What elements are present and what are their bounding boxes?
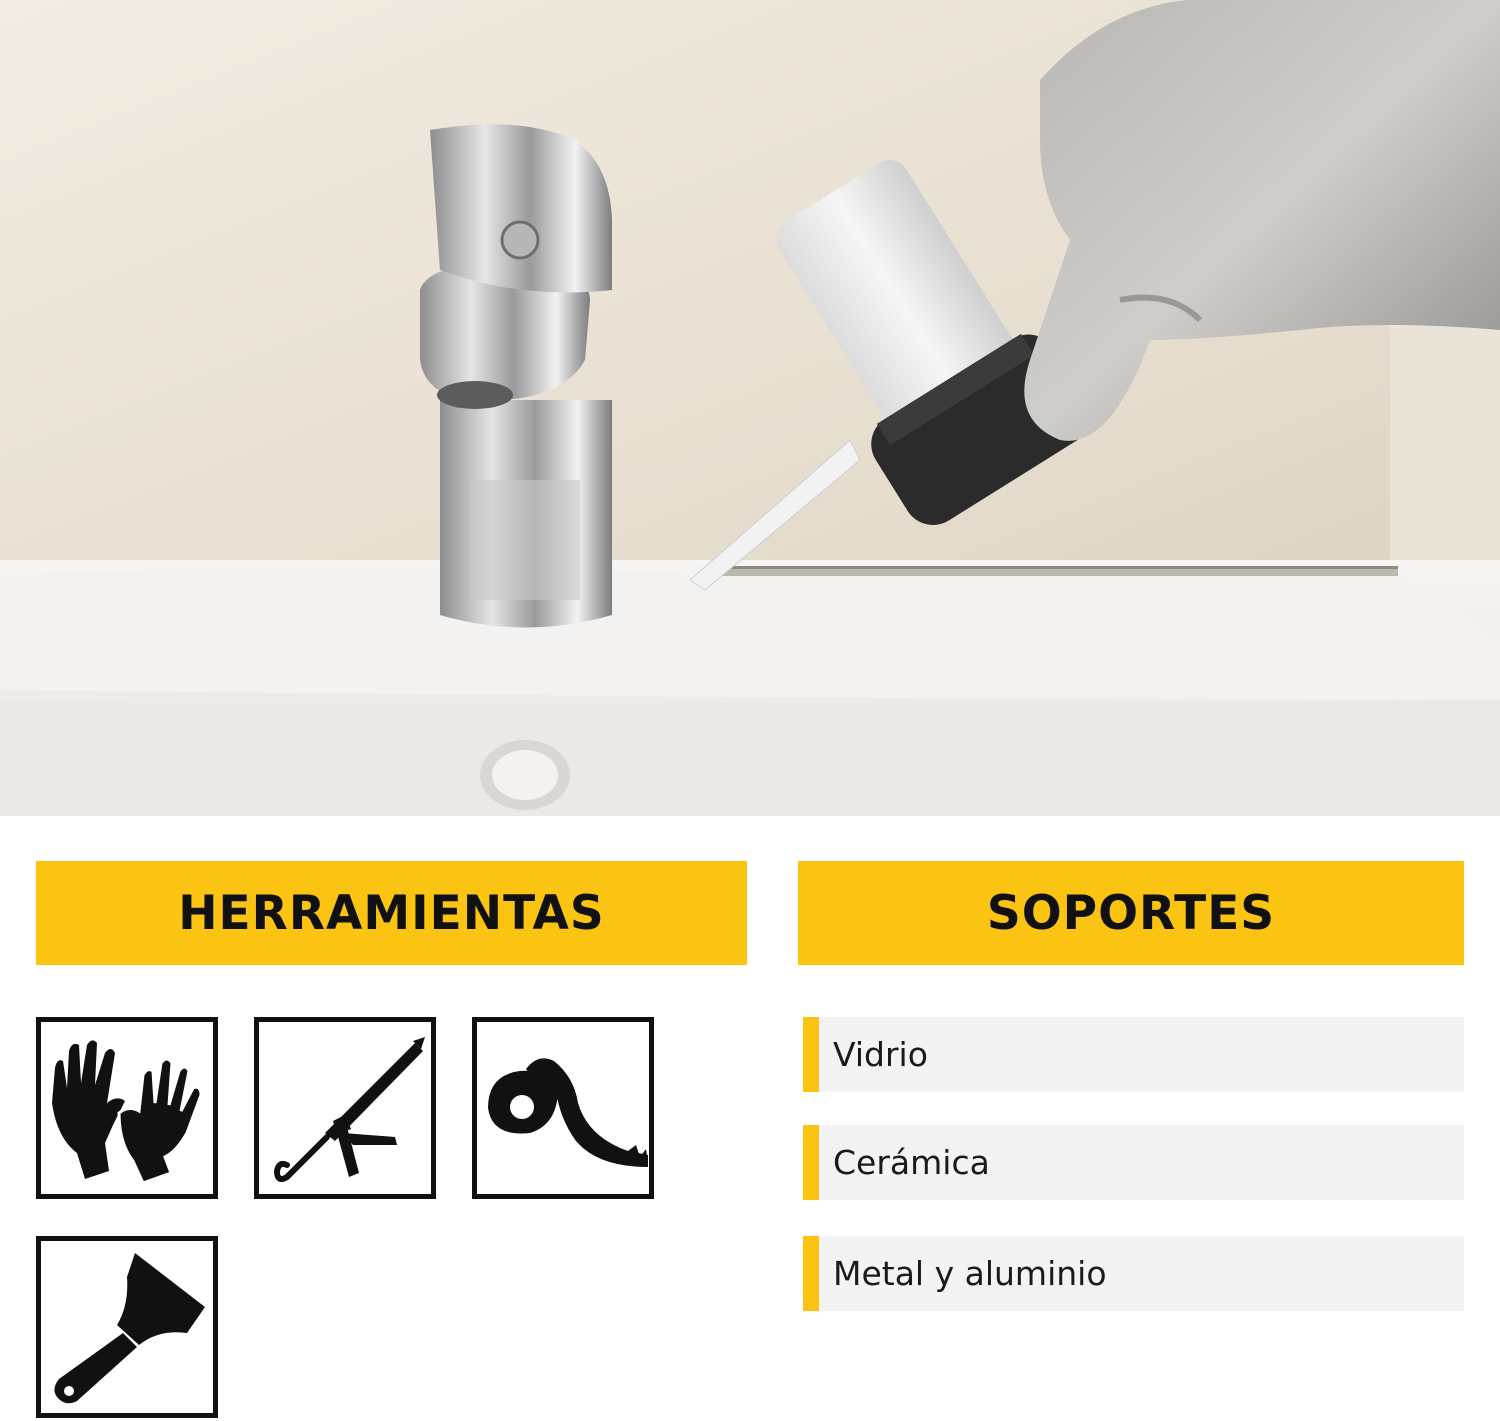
tools-header: HERRAMIENTAS xyxy=(36,861,747,965)
supports-header-title: SOPORTES xyxy=(986,885,1276,941)
gloves-icon xyxy=(52,1040,203,1183)
tools-header-title: HERRAMIENTAS xyxy=(178,885,605,941)
tool-tile-caulking-gun xyxy=(254,1017,436,1199)
support-item-ceramic: Cerámica xyxy=(803,1125,1464,1200)
tool-tile-putty-knife xyxy=(36,1236,218,1418)
support-item-label: Metal y aluminio xyxy=(833,1254,1107,1293)
putty-knife-icon xyxy=(54,1253,205,1404)
supports-header: SOPORTES xyxy=(798,861,1464,965)
masking-tape-icon xyxy=(488,1058,648,1167)
support-item-metal: Metal y aluminio xyxy=(803,1236,1464,1311)
tool-tile-masking-tape xyxy=(472,1017,654,1199)
tool-tile-gloves xyxy=(36,1017,218,1199)
support-item-label: Cerámica xyxy=(833,1143,990,1182)
sealant-application-photo xyxy=(0,0,1500,816)
support-item-label: Vidrio xyxy=(833,1035,928,1074)
support-item-glass: Vidrio xyxy=(803,1017,1464,1092)
caulking-gun-icon xyxy=(273,1037,425,1182)
